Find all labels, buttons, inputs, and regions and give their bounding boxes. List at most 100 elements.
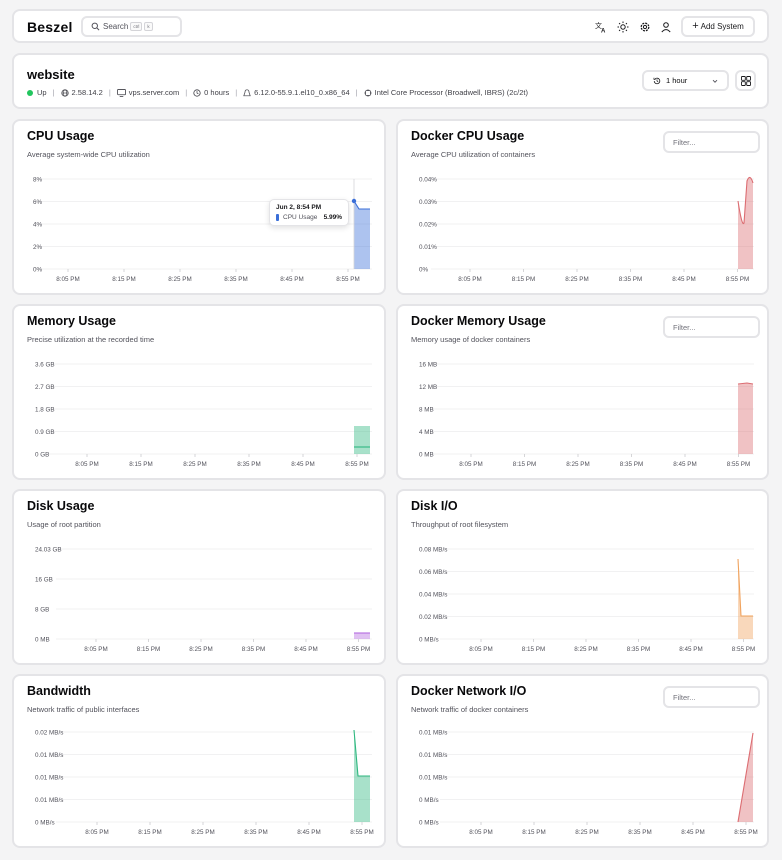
y-tick-label: 8 GB bbox=[35, 607, 49, 614]
version-text: 2.58.14.2 bbox=[71, 88, 103, 97]
x-tick-label: 8:15 PM bbox=[137, 646, 160, 653]
docker-memory-usage-card: Docker Memory Usage Memory usage of dock… bbox=[396, 304, 769, 480]
x-tick-label: 8:25 PM bbox=[191, 829, 214, 836]
y-tick-label: 4 MB bbox=[419, 429, 434, 436]
x-tick-label: 8:45 PM bbox=[673, 461, 696, 468]
layout-grid-button[interactable] bbox=[735, 70, 756, 91]
x-tick-label: 8:05 PM bbox=[458, 276, 481, 283]
docker-memory-usage-chart[interactable]: 16 MB 12 MB 8 MB 4 MB 0 MB 8:05 PM 8:15 PM 8:25… bbox=[398, 306, 771, 482]
x-tick-label: 8:55 PM bbox=[732, 646, 755, 653]
y-tick-label: 0.9 GB bbox=[35, 429, 55, 436]
y-tick-label: 16 GB bbox=[35, 577, 53, 584]
user-icon[interactable] bbox=[659, 20, 673, 34]
x-tick-label: 8:55 PM bbox=[345, 461, 368, 468]
settings-gear-icon[interactable] bbox=[638, 20, 652, 34]
y-tick-label: 0.01 MB/s bbox=[419, 752, 447, 759]
status-text: Up bbox=[37, 88, 47, 97]
y-tick-label: 0 MB bbox=[35, 637, 50, 644]
memory-usage-card: Memory Usage Precise utilization at the … bbox=[12, 304, 386, 480]
docker-cpu-usage-chart[interactable]: 0.04% 0.03% 0.02% 0.01% 0% 8:05 PM 8:15 PM 8:25… bbox=[398, 121, 771, 297]
y-tick-label: 8 MB bbox=[419, 407, 434, 414]
status-dot-icon bbox=[27, 89, 33, 96]
cpu-info: Intel Core Processor (Broadwell, IBRS) (… bbox=[364, 88, 528, 97]
disk-usage-card: Disk Usage Usage of root partition 24.03… bbox=[12, 489, 386, 665]
y-tick-label: 24.03 GB bbox=[35, 547, 62, 554]
y-tick-label: 0.02 MB/s bbox=[35, 730, 63, 737]
y-tick-label: 8% bbox=[33, 177, 43, 184]
docker-network-io-chart[interactable]: 0.01 MB/s 0.01 MB/s 0.01 MB/s 0 MB/s 0 MB/s 8… bbox=[398, 676, 771, 850]
x-tick-label: 8:25 PM bbox=[183, 461, 206, 468]
grid-layout-icon bbox=[740, 75, 751, 86]
x-tick-label: 8:05 PM bbox=[469, 646, 492, 653]
docker-network-io-card: Docker Network I/O Network traffic of do… bbox=[396, 674, 769, 848]
status-badge: Up bbox=[27, 88, 47, 97]
disk-io-chart[interactable]: 0.08 MB/s 0.06 MB/s 0.04 MB/s 0.02 MB/s 0 MB… bbox=[398, 491, 771, 667]
uptime-text: 0 hours bbox=[204, 88, 230, 97]
time-range-select[interactable]: 1 hour bbox=[642, 70, 729, 91]
x-tick-label: 8:35 PM bbox=[224, 276, 247, 283]
x-tick-label: 8:05 PM bbox=[85, 829, 108, 836]
x-tick-label: 8:15 PM bbox=[522, 646, 545, 653]
add-system-button[interactable]: + Add System bbox=[681, 16, 755, 37]
series-area bbox=[738, 383, 753, 454]
y-tick-label: 0.04% bbox=[419, 177, 437, 184]
svg-text:A: A bbox=[601, 29, 606, 34]
y-tick-label: 0 MB/s bbox=[419, 820, 439, 827]
x-tick-label: 8:55 PM bbox=[727, 461, 750, 468]
search-icon bbox=[91, 22, 100, 31]
search-button[interactable]: Search ctrl k bbox=[81, 16, 182, 37]
monitor-icon bbox=[116, 88, 126, 97]
language-icon[interactable]: 文A bbox=[594, 20, 608, 34]
search-label: Search bbox=[103, 22, 129, 31]
x-tick-label: 8:55 PM bbox=[350, 829, 373, 836]
y-tick-label: 0.06 MB/s bbox=[419, 569, 447, 576]
y-tick-label: 16 MB bbox=[419, 362, 437, 369]
y-tick-label: 12 MB bbox=[419, 384, 437, 391]
x-tick-label: 8:45 PM bbox=[294, 646, 317, 653]
x-tick-label: 8:15 PM bbox=[129, 461, 152, 468]
y-tick-label: 0.01 MB/s bbox=[35, 752, 63, 759]
shortcut-key-ctrl: ctrl bbox=[130, 22, 143, 31]
series-area bbox=[354, 201, 370, 269]
x-tick-label: 8:25 PM bbox=[566, 461, 589, 468]
tooltip-date: Jun 2, 8:54 PM bbox=[276, 204, 322, 211]
x-tick-label: 8:15 PM bbox=[112, 276, 135, 283]
bandwidth-card: Bandwidth Network traffic of public inte… bbox=[12, 674, 386, 848]
y-tick-label: 4% bbox=[33, 222, 43, 229]
uptime-info: 0 hours bbox=[193, 88, 229, 97]
x-tick-label: 8:05 PM bbox=[56, 276, 79, 283]
x-tick-label: 8:35 PM bbox=[242, 646, 265, 653]
x-tick-label: 8:55 PM bbox=[734, 829, 757, 836]
x-tick-label: 8:55 PM bbox=[726, 276, 749, 283]
app-logo[interactable]: Beszel bbox=[27, 19, 73, 35]
host-info: vps.server.com bbox=[116, 88, 179, 97]
theme-sun-icon[interactable] bbox=[616, 20, 630, 34]
memory-usage-chart[interactable]: 3.6 GB 2.7 GB 1.8 GB 0.9 GB 0 GB 8:05 PM 8:15 … bbox=[14, 306, 388, 482]
system-info-card: website Up | 2.58.14.2 | vps.server.com … bbox=[12, 53, 769, 109]
linux-tux-icon bbox=[243, 88, 251, 96]
x-tick-label: 8:15 PM bbox=[512, 276, 535, 283]
series-area bbox=[354, 633, 370, 639]
y-tick-label: 0.02% bbox=[419, 222, 437, 229]
y-tick-label: 3.6 GB bbox=[35, 362, 55, 369]
time-range-value: 1 hour bbox=[666, 76, 688, 85]
globe-icon bbox=[60, 88, 69, 97]
bandwidth-chart[interactable]: 0.02 MB/s 0.01 MB/s 0.01 MB/s 0.01 MB/s 0 MB… bbox=[14, 676, 388, 850]
y-tick-label: 0.01 MB/s bbox=[419, 730, 447, 737]
version-info: 2.58.14.2 bbox=[60, 88, 103, 97]
x-tick-label: 8:55 PM bbox=[347, 646, 370, 653]
y-tick-label: 0.02 MB/s bbox=[419, 614, 447, 621]
cpu-usage-card: CPU Usage Average system-wide CPU utiliz… bbox=[12, 119, 386, 295]
shortcut-key-k: k bbox=[144, 22, 153, 31]
series-area bbox=[354, 426, 370, 454]
x-tick-label: 8:45 PM bbox=[672, 276, 695, 283]
y-tick-label: 0 MB/s bbox=[35, 820, 55, 827]
cpu-text: Intel Core Processor (Broadwell, IBRS) (… bbox=[374, 88, 528, 97]
x-tick-label: 8:45 PM bbox=[291, 461, 314, 468]
y-tick-label: 0.08 MB/s bbox=[419, 547, 447, 554]
x-tick-label: 8:15 PM bbox=[513, 461, 536, 468]
docker-cpu-usage-card: Docker CPU Usage Average CPU utilization… bbox=[396, 119, 769, 295]
series-area bbox=[738, 177, 753, 269]
disk-usage-chart[interactable]: 24.03 GB 16 GB 8 GB 0 MB 8:05 PM 8:15 PM 8:25 … bbox=[14, 491, 388, 667]
disk-io-card: Disk I/O Throughput of root filesystem 0… bbox=[396, 489, 769, 665]
